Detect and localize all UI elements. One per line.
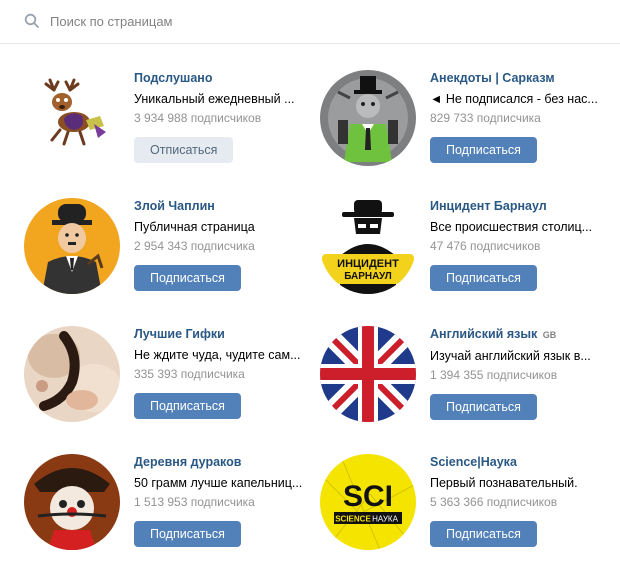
group-description: Все происшествия столиц... (430, 220, 593, 234)
group-avatar[interactable] (24, 326, 120, 422)
subscribe-button[interactable]: Подписаться (430, 521, 537, 547)
group-name[interactable]: Инцидент Барнаул (430, 198, 610, 214)
avatar-text: SCI (343, 480, 393, 513)
group-name[interactable]: Лучшие Гифки (134, 326, 314, 342)
group-description: Публичная страница (134, 220, 255, 234)
group-card: Деревня дураков 50 грамм лучше капельниц… (24, 454, 324, 564)
science-logo-icon: SCI SCIENCE НАУКА (320, 454, 416, 550)
subscribe-button[interactable]: Подписаться (430, 137, 537, 163)
group-card: Лучшие Гифки Не ждите чуда, чудите сам..… (24, 326, 324, 436)
group-description: 50 грамм лучше капельниц... (134, 476, 303, 490)
clown-icon (24, 454, 120, 550)
group-card: Анекдоты | Сарказм ◄ Не подписался - без… (320, 70, 620, 180)
group-name-text: Деревня дураков (134, 455, 242, 469)
avatar-text: БАРНАУЛ (344, 271, 392, 282)
group-avatar[interactable] (24, 454, 120, 550)
group-name[interactable]: Английский язык GB (430, 326, 610, 343)
deer-icon (24, 70, 120, 166)
subscribe-button[interactable]: Подписаться (134, 265, 241, 291)
group-name-text: Лучшие Гифки (134, 327, 225, 341)
group-name-text: Английский язык (430, 327, 538, 341)
group-description: Уникальный ежедневный ... (134, 92, 295, 106)
incident-spy-icon: ИНЦИДЕНТ БАРНАУЛ (320, 198, 416, 294)
group-card: Злой Чаплин Публичная страница 2 954 343… (24, 198, 324, 308)
group-avatar[interactable]: SCI SCIENCE НАУКА (320, 454, 416, 550)
search-icon (24, 13, 39, 28)
group-subscribers: 1 394 355 подписчиков (430, 368, 558, 382)
group-subscribers: 47 476 подписчиков (430, 239, 541, 253)
group-subscribers: 829 733 подписчика (430, 111, 541, 125)
subscribe-button[interactable]: Подписаться (134, 393, 241, 419)
group-subscribers: 2 954 343 подписчика (134, 239, 255, 253)
group-avatar[interactable] (24, 198, 120, 294)
group-subscribers: 1 513 953 подписчика (134, 495, 255, 509)
photo-icon (24, 326, 120, 422)
group-avatar[interactable] (24, 70, 120, 166)
group-tag: GB (542, 330, 557, 340)
group-name[interactable]: Подслушано (134, 70, 314, 86)
group-avatar[interactable] (320, 326, 416, 422)
group-subscribers: 335 393 подписчика (134, 367, 245, 381)
group-card: Английский язык GB Изучай английский язы… (320, 326, 620, 436)
group-name[interactable]: Science|Наука (430, 454, 610, 470)
group-name-text: Злой Чаплин (134, 199, 215, 213)
avatar-text: ИНЦИДЕНТ (337, 258, 399, 270)
gentleman-rabbit-icon (320, 70, 416, 166)
group-name[interactable]: Деревня дураков (134, 454, 314, 470)
group-subscribers: 5 363 366 подписчиков (430, 495, 558, 509)
group-description: ◄ Не подписался - без нас... (430, 92, 598, 106)
group-name-text: Инцидент Барнаул (430, 199, 547, 213)
group-card: Подслушано Уникальный ежедневный ... 3 9… (24, 70, 324, 180)
avatar-text: НАУКА (372, 515, 399, 524)
subscribe-button[interactable]: Подписаться (134, 521, 241, 547)
search-input[interactable] (50, 9, 590, 33)
chaplin-icon (24, 198, 120, 294)
group-avatar[interactable]: ИНЦИДЕНТ БАРНАУЛ (320, 198, 416, 294)
unsubscribe-button[interactable]: Отписаться (134, 137, 234, 163)
group-description: Изучай английский язык в... (430, 349, 591, 363)
group-card: SCI SCIENCE НАУКА Science|Наука Первый п… (320, 454, 620, 564)
subscribe-button[interactable]: Подписаться (430, 265, 537, 291)
union-jack-icon (320, 326, 416, 422)
group-description: Первый познавательный. (430, 476, 578, 490)
group-name[interactable]: Анекдоты | Сарказм (430, 70, 610, 86)
search-bar (0, 0, 620, 44)
subscribe-button[interactable]: Подписаться (430, 394, 537, 420)
avatar-text: SCIENCE (335, 515, 371, 524)
group-avatar[interactable] (320, 70, 416, 166)
group-name-text: Подслушано (134, 71, 213, 85)
group-card: ИНЦИДЕНТ БАРНАУЛ Инцидент Барнаул Все пр… (320, 198, 620, 308)
group-subscribers: 3 934 988 подписчиков (134, 111, 262, 125)
group-name-text: Science|Наука (430, 455, 517, 469)
group-name-text: Анекдоты | Сарказм (430, 71, 555, 85)
group-name[interactable]: Злой Чаплин (134, 198, 314, 214)
group-description: Не ждите чуда, чудите сам... (134, 348, 301, 362)
